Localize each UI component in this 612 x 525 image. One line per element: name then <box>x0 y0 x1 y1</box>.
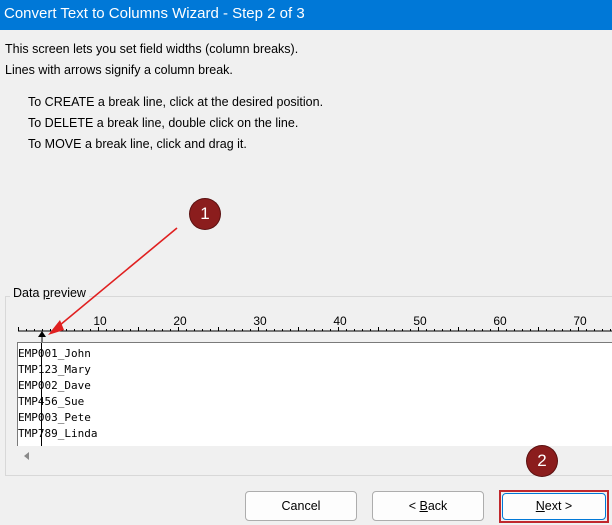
ruler-label-70: 70 <box>573 314 587 328</box>
instruction-move: To MOVE a break line, click and drag it. <box>28 137 247 151</box>
window-title: Convert Text to Columns Wizard - Step 2 … <box>0 0 612 30</box>
preview-row: EMP003_Pete <box>18 411 91 424</box>
column-break-line[interactable] <box>41 343 42 446</box>
back-button[interactable]: < Back <box>372 491 484 521</box>
preview-row: TMP123_Mary <box>18 363 91 376</box>
data-preview-area[interactable]: EMP001_John TMP123_Mary EMP002_Dave TMP4… <box>17 342 612 446</box>
ruler-label-50: 50 <box>413 314 427 328</box>
cancel-button[interactable]: Cancel <box>245 491 357 521</box>
preview-row: TMP456_Sue <box>18 395 85 408</box>
scroll-left-icon[interactable] <box>22 451 32 461</box>
ruler-label-60: 60 <box>493 314 507 328</box>
description-line-2: Lines with arrows signify a column break… <box>5 63 233 77</box>
preview-row: TMP789_Linda <box>18 427 98 440</box>
annotation-badge-1: 1 <box>190 199 220 229</box>
horizontal-scrollbar[interactable] <box>17 446 612 466</box>
ruler-label-30: 30 <box>253 314 267 328</box>
preview-row: EMP002_Dave <box>18 379 91 392</box>
instruction-create: To CREATE a break line, click at the des… <box>28 95 324 109</box>
description-line-1: This screen lets you set field widths (c… <box>5 42 299 56</box>
preview-row: EMP001_John <box>18 347 91 360</box>
ruler-label-40: 40 <box>333 314 347 328</box>
next-button[interactable]: Next > <box>502 493 606 520</box>
instruction-delete: To DELETE a break line, double click on … <box>28 116 299 130</box>
annotation-arrow-icon <box>48 227 178 335</box>
annotation-badge-2: 2 <box>527 446 557 476</box>
